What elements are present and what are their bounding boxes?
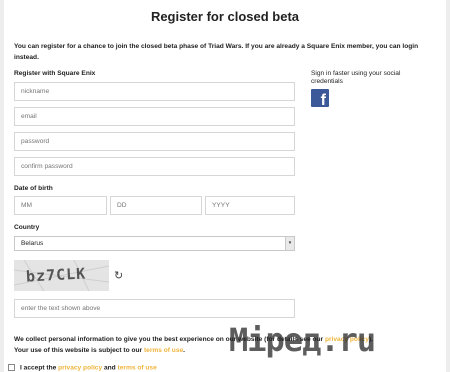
social-signin-text: Sign in faster using your social credent… [311, 70, 401, 85]
accept-row: I accept the privacy policy and terms of… [8, 364, 157, 371]
dropdown-arrow-icon[interactable]: ▾ [285, 237, 294, 250]
captcha-image: bz7CLK [14, 260, 109, 291]
dob-day-field[interactable] [110, 196, 202, 215]
accept-privacy-link[interactable]: privacy policy [58, 364, 102, 371]
country-select[interactable]: Belarus ▾ [14, 236, 295, 251]
intro-text: You can register for a chance to join th… [14, 43, 419, 61]
captcha-text: bz7CLK [25, 264, 87, 286]
refresh-captcha-icon[interactable]: ↻ [114, 269, 123, 282]
privacy-line-2-end: . [183, 347, 186, 354]
registration-card: Register for closed beta You can registe… [4, 0, 446, 372]
nickname-field[interactable] [14, 82, 295, 101]
watermark-logo: Mipeд.ru [229, 321, 376, 359]
register-heading: Register with Square Enix [14, 70, 96, 77]
country-selected-value: Belarus [21, 240, 44, 247]
accept-and: and [103, 364, 116, 372]
page-title: Register for closed beta [150, 9, 300, 24]
password-field[interactable] [14, 132, 295, 151]
dob-year-field[interactable] [205, 196, 295, 215]
country-label: Country [14, 224, 40, 231]
dob-month-field[interactable] [14, 196, 107, 215]
accept-checkbox[interactable] [8, 364, 15, 371]
email-field[interactable] [14, 107, 295, 126]
confirm-password-field[interactable] [14, 157, 295, 176]
facebook-icon[interactable]: f [311, 89, 329, 107]
captcha-input[interactable] [14, 299, 295, 318]
accept-prefix: I accept the [20, 364, 57, 372]
terms-of-use-link[interactable]: terms of use [144, 347, 183, 354]
accept-terms-link[interactable]: terms of use [118, 364, 157, 371]
dob-label: Date of birth [14, 185, 53, 192]
privacy-line-2-text: Your use of this website is subject to o… [14, 347, 143, 354]
